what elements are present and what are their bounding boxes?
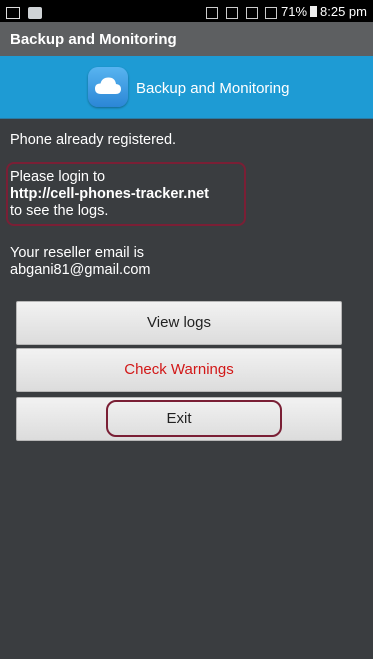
- notification-icons: [6, 4, 46, 19]
- image-notification-icon: [6, 6, 20, 19]
- app-title: Backup and Monitoring: [136, 80, 290, 97]
- registered-message: Phone already registered.: [10, 132, 177, 148]
- status-right: 71% 8:25 pm: [202, 3, 367, 19]
- title-bar: Backup and Monitoring: [0, 22, 373, 56]
- cast-icon: [226, 6, 239, 19]
- cloud-icon: [88, 67, 128, 107]
- login-line-1: Please login to: [10, 169, 106, 185]
- message-notification-icon: [27, 6, 42, 19]
- cell-signal-icon: [265, 6, 278, 19]
- status-time: 8:25 pm: [320, 4, 367, 20]
- reseller-email: abgani81@gmail.com: [10, 262, 151, 278]
- window-title: Backup and Monitoring: [10, 31, 177, 48]
- alarm-icon: [206, 6, 219, 19]
- login-line-3: to see the logs.: [10, 203, 109, 219]
- tracker-link[interactable]: http://cell-phones-tracker.net: [10, 186, 209, 203]
- battery-percent: 71%: [280, 4, 308, 20]
- check-warnings-button[interactable]: Check Warnings: [16, 348, 342, 392]
- battery-icon: [310, 6, 318, 18]
- view-logs-button[interactable]: View logs: [16, 301, 342, 345]
- exit-highlight-outline: [106, 400, 282, 437]
- app-header: Backup and Monitoring: [0, 56, 373, 119]
- status-bar: 71% 8:25 pm: [0, 0, 373, 22]
- signal-icons: [202, 4, 281, 19]
- reseller-label: Your reseller email is: [10, 245, 145, 261]
- wifi-icon: [245, 6, 258, 19]
